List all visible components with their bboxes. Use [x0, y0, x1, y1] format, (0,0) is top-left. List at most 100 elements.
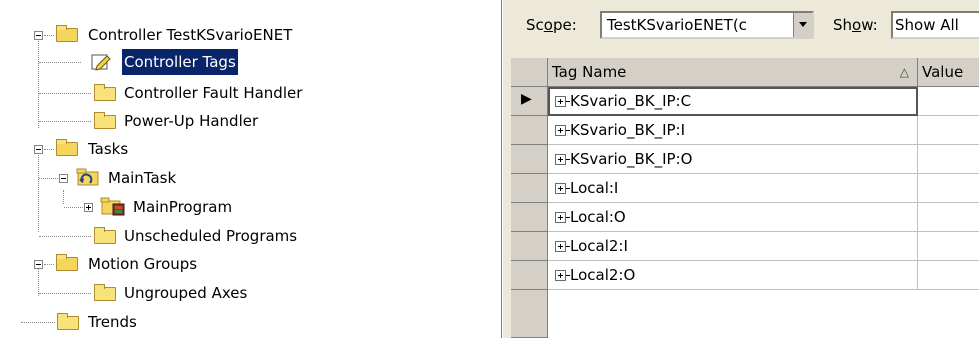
expand-icon[interactable]	[555, 183, 566, 194]
scope-label-text: pe:	[552, 16, 577, 34]
tree-item-label: Motion Groups	[88, 255, 198, 273]
show-value: Show All	[895, 16, 959, 34]
column-header-tag-name[interactable]: Tag Name △	[548, 58, 918, 87]
row-header[interactable]	[511, 261, 548, 290]
tree-connector	[38, 152, 39, 232]
table-row[interactable]: KSvario_BK_IP:I	[548, 116, 918, 145]
tree-item-label: Trends	[88, 313, 137, 331]
tag-name: Local2:O	[570, 266, 636, 284]
tag-value[interactable]	[918, 203, 979, 232]
tag-value[interactable]	[918, 174, 979, 203]
tree-item-maintask[interactable]: MainTask	[0, 165, 500, 191]
tree-connector	[44, 264, 54, 265]
tree-item-label: Power-Up Handler	[124, 112, 259, 130]
tree-item-unscheduled-programs[interactable]: Unscheduled Programs	[0, 223, 500, 249]
column-header-label: Value	[922, 63, 964, 81]
row-header[interactable]	[511, 290, 548, 338]
tree-item-label: Controller Fault Handler	[124, 84, 303, 102]
folder-icon	[94, 84, 116, 101]
tree-item-label: Tasks	[88, 140, 129, 158]
tree-item-controller-tags[interactable]: Controller Tags	[0, 49, 500, 75]
grid-corner	[511, 58, 548, 87]
row-header[interactable]: ▶	[511, 87, 548, 116]
folder-icon	[94, 112, 116, 129]
table-row[interactable]: KSvario_BK_IP:O	[548, 145, 918, 174]
tree-connector	[39, 93, 91, 94]
tags-grid: Tag Name △ Value ▶ KSvario_BK_IP:C KSvar…	[511, 58, 979, 338]
expand-icon[interactable]	[555, 241, 566, 252]
expand-icon[interactable]	[555, 212, 566, 223]
tree-connector	[39, 236, 91, 237]
table-row[interactable]: KSvario_BK_IP:C	[548, 87, 918, 116]
folder-open-icon	[56, 25, 78, 42]
collapse-toggle-icon[interactable]	[59, 174, 68, 183]
tag-value[interactable]	[918, 261, 979, 290]
tag-value[interactable]	[918, 87, 979, 116]
folder-icon	[57, 313, 79, 330]
tree-connector	[39, 121, 91, 122]
expand-icon[interactable]	[555, 154, 566, 165]
expand-toggle-icon[interactable]	[84, 203, 93, 212]
folder-icon	[94, 284, 116, 301]
tree-item-fault-handler[interactable]: Controller Fault Handler	[0, 80, 500, 106]
folder-open-icon	[56, 139, 78, 156]
tree-item-mainprogram[interactable]: MainProgram	[0, 194, 500, 220]
tree-connector	[39, 178, 58, 179]
scope-select[interactable]: TestKSvarioENET(c	[600, 11, 814, 39]
project-tree: Controller TestKSvarioENET Controller Ta…	[0, 0, 502, 338]
current-row-icon: ▶	[521, 91, 532, 107]
column-header-value[interactable]: Value	[918, 58, 979, 87]
folder-icon	[94, 227, 116, 244]
table-row[interactable]: Local2:I	[548, 232, 918, 261]
tags-pane: Scope: TestKSvarioENET(c Show: Show All …	[508, 0, 979, 338]
tag-value[interactable]	[918, 145, 979, 174]
scope-label-accel: o	[543, 16, 553, 34]
expand-icon[interactable]	[555, 125, 566, 136]
tree-item-label: Ungrouped Axes	[124, 284, 248, 302]
table-row[interactable]: Local:I	[548, 174, 918, 203]
row-header[interactable]	[511, 232, 548, 261]
tree-item-label: MainProgram	[133, 198, 233, 216]
tree-item-controller[interactable]: Controller TestKSvarioENET	[0, 22, 500, 48]
tree-item-trends[interactable]: Trends	[0, 309, 500, 335]
show-select[interactable]: Show All	[891, 11, 979, 39]
tag-name: KSvario_BK_IP:O	[570, 150, 693, 168]
tag-value[interactable]	[918, 232, 979, 261]
row-header[interactable]	[511, 116, 548, 145]
show-label: Show:	[833, 16, 878, 34]
tag-name: Local:I	[570, 179, 619, 197]
row-header[interactable]	[511, 145, 548, 174]
tree-connector	[44, 149, 54, 150]
chevron-down-icon[interactable]	[793, 13, 812, 37]
tree-connector	[39, 293, 91, 294]
tree-item-motion-groups[interactable]: Motion Groups	[0, 251, 500, 277]
controller-tags-icon	[91, 53, 111, 71]
tree-item-ungrouped-axes[interactable]: Ungrouped Axes	[0, 280, 500, 306]
tree-connector	[44, 35, 54, 36]
scope-label: Scope:	[526, 16, 577, 34]
show-label-accel: o	[852, 16, 862, 34]
collapse-toggle-icon[interactable]	[34, 260, 43, 269]
table-row[interactable]: Local2:O	[548, 261, 918, 290]
expand-icon[interactable]	[555, 96, 566, 107]
tree-connector	[64, 207, 83, 208]
row-header[interactable]	[511, 174, 548, 203]
row-header[interactable]	[511, 203, 548, 232]
scope-label-text: Sc	[526, 16, 544, 34]
tag-name: KSvario_BK_IP:I	[570, 121, 686, 139]
sort-ascending-icon: △	[899, 65, 909, 79]
tree-item-powerup-handler[interactable]: Power-Up Handler	[0, 108, 500, 134]
table-row[interactable]: Local:O	[548, 203, 918, 232]
column-header-label: Tag Name	[552, 63, 627, 81]
tree-item-label: Unscheduled Programs	[124, 227, 298, 245]
tree-item-label: MainTask	[108, 169, 177, 187]
tag-name: Local:O	[570, 208, 626, 226]
program-icon	[100, 197, 126, 217]
collapse-toggle-icon[interactable]	[34, 145, 43, 154]
tag-value[interactable]	[918, 116, 979, 145]
tree-item-tasks[interactable]: Tasks	[0, 136, 500, 162]
expand-icon[interactable]	[555, 270, 566, 281]
show-label-text: w:	[861, 16, 878, 34]
collapse-toggle-icon[interactable]	[34, 31, 43, 40]
show-label-text: Sh	[833, 16, 853, 34]
